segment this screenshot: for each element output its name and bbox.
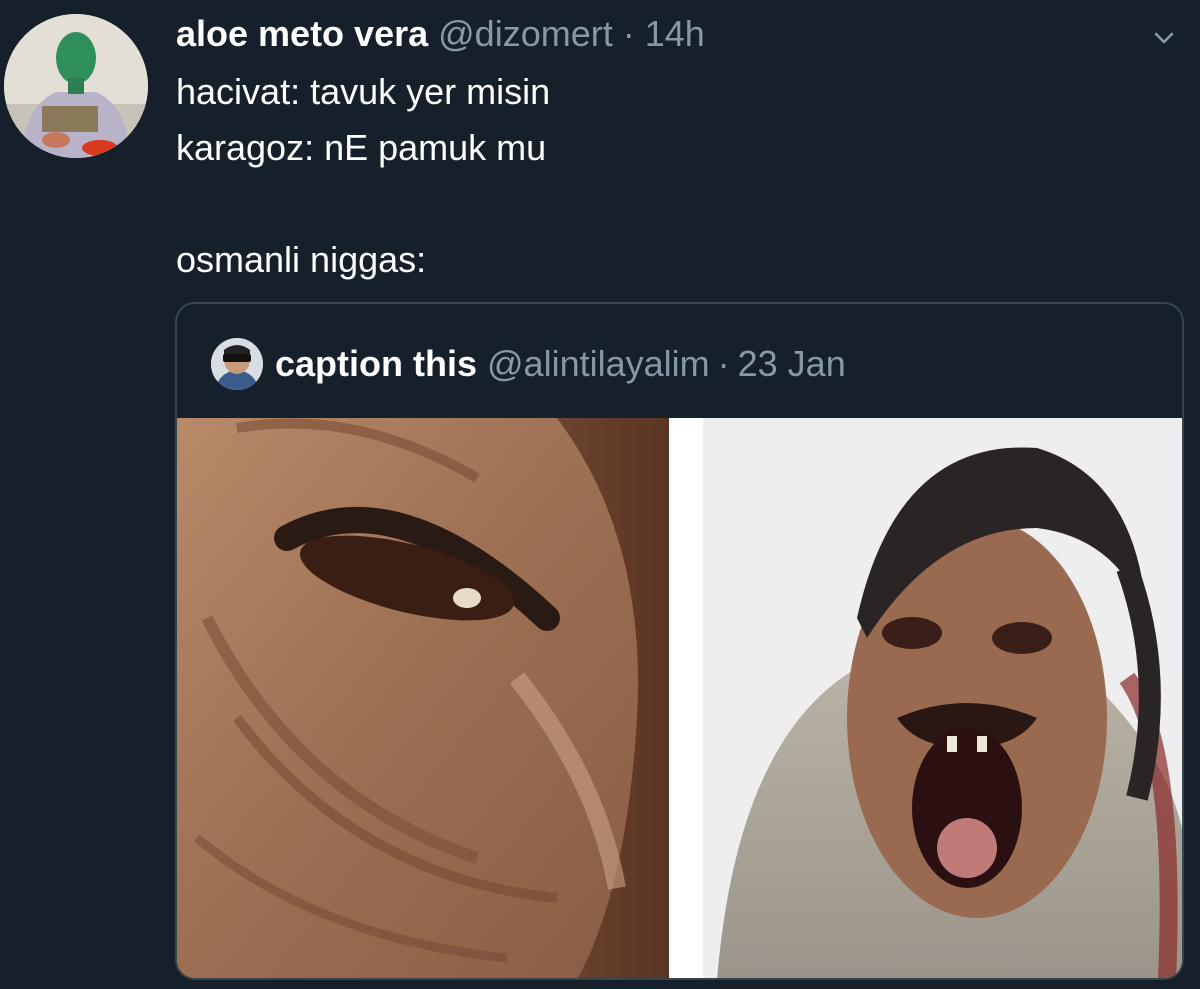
tweet-text-line: osmanli niggas: <box>176 239 427 280</box>
author-handle[interactable]: @dizomert <box>438 13 613 54</box>
header-separator: · <box>622 13 635 54</box>
tweet-timestamp[interactable]: 14h <box>645 13 705 54</box>
tweet-header: aloe meto vera @dizomert · 14h <box>176 12 705 56</box>
media-image-right[interactable] <box>703 418 1184 980</box>
author-avatar[interactable] <box>4 14 148 158</box>
author-display-name[interactable]: aloe meto vera <box>176 13 428 54</box>
quoted-media[interactable] <box>177 418 1184 980</box>
quoted-author-handle[interactable]: @alintilayalim <box>487 343 710 385</box>
media-image-left[interactable] <box>177 418 669 980</box>
tweet[interactable]: aloe meto vera @dizomert · 14h hacivat: … <box>0 0 1200 989</box>
quoted-tweet[interactable]: caption this @alintilayalim · 23 Jan <box>175 302 1184 980</box>
tweet-text-line: karagoz: nE pamuk mu <box>176 127 547 168</box>
quoted-header-separator: · <box>717 343 730 384</box>
quoted-author-display-name[interactable]: caption this <box>275 343 477 385</box>
quoted-tweet-header: caption this @alintilayalim · 23 Jan <box>211 336 846 392</box>
chevron-down-icon[interactable] <box>1148 22 1180 54</box>
tweet-text-line: hacivat: tavuk yer misin <box>176 71 551 112</box>
quoted-tweet-date[interactable]: 23 Jan <box>738 343 846 385</box>
tweet-text-line <box>176 176 550 232</box>
quoted-author-avatar[interactable] <box>211 338 263 390</box>
tweet-text: hacivat: tavuk yer misin karagoz: nE pam… <box>176 64 550 288</box>
